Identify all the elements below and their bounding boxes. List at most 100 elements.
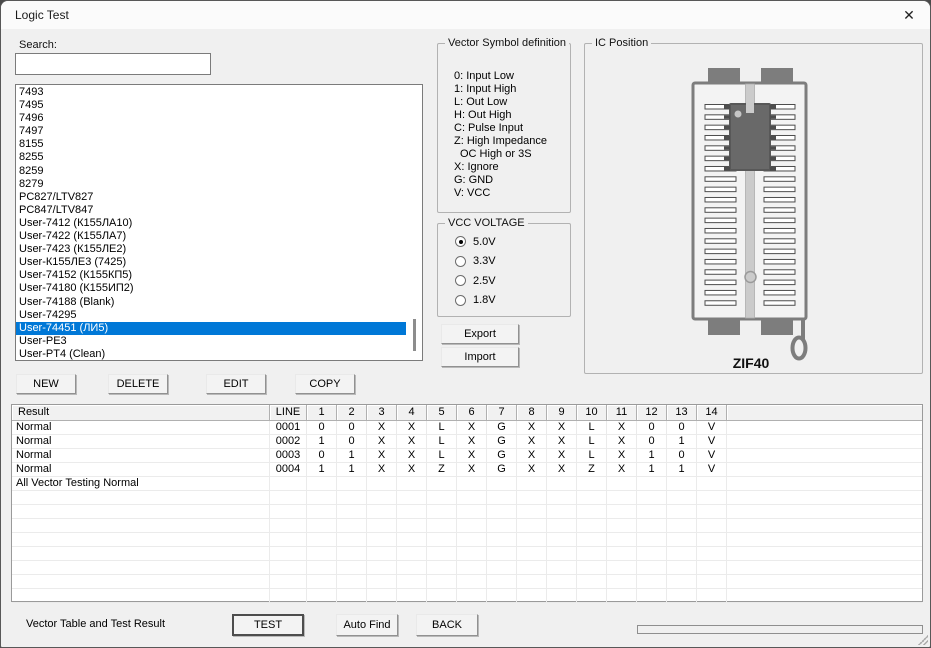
list-item[interactable]: User-К155ЛЕ3 (7425)	[16, 256, 406, 269]
vcc-radio-label: 1.8V	[473, 294, 496, 306]
vcc-radio-1.8V[interactable]: 1.8V	[455, 291, 496, 311]
vcc-radio-3.3V[interactable]: 3.3V	[455, 252, 496, 272]
search-input[interactable]	[15, 53, 211, 75]
line-cell	[270, 589, 307, 603]
column-header[interactable]: 12	[637, 405, 667, 421]
vcc-radio-5.0V[interactable]: 5.0V	[455, 232, 496, 252]
table-row[interactable]	[12, 519, 922, 533]
table-row[interactable]	[12, 491, 922, 505]
import-button[interactable]: Import	[441, 347, 519, 367]
channel-screw	[745, 272, 756, 283]
column-header[interactable]: 1	[307, 405, 337, 421]
list-scrollbar-thumb[interactable]	[413, 319, 416, 351]
pin-cell	[667, 547, 697, 561]
list-item[interactable]: User-7412 (К155ЛА10)	[16, 217, 406, 230]
test-button[interactable]: TEST	[232, 614, 304, 636]
pin-cell	[637, 533, 667, 547]
radio-selected-icon[interactable]	[455, 236, 466, 247]
table-row[interactable]	[12, 589, 922, 603]
result-cell: Normal	[12, 421, 270, 435]
pin-cell	[547, 519, 577, 533]
list-item[interactable]: User-PE3	[16, 335, 406, 348]
list-item[interactable]: 8259	[16, 165, 406, 178]
list-item[interactable]: User-74451 (ЛИ5)	[16, 322, 406, 335]
delete-button[interactable]: DELETE	[108, 374, 168, 394]
vcc-voltage-group: VCC VOLTAGE 5.0V3.3V2.5V1.8V	[437, 223, 571, 317]
pin-cell	[427, 575, 457, 589]
filler-cell	[727, 477, 922, 491]
pin-cell	[637, 589, 667, 603]
pin-cell	[337, 575, 367, 589]
pin-cell	[307, 547, 337, 561]
list-item[interactable]: 8255	[16, 151, 406, 164]
list-item[interactable]: PC847/LTV847	[16, 204, 406, 217]
column-header[interactable]: 3	[367, 405, 397, 421]
back-button[interactable]: BACK	[416, 614, 478, 636]
list-item[interactable]: 8279	[16, 178, 406, 191]
list-item[interactable]: User-74188 (Blank)	[16, 296, 406, 309]
pin-cell	[667, 575, 697, 589]
radio-icon[interactable]	[455, 295, 466, 306]
table-row[interactable]	[12, 533, 922, 547]
edit-button[interactable]: EDIT	[206, 374, 266, 394]
copy-button[interactable]: COPY	[295, 374, 355, 394]
table-row[interactable]: All Vector Testing Normal	[12, 477, 922, 491]
column-header[interactable]: 4	[397, 405, 427, 421]
pin-cell: X	[397, 449, 427, 463]
list-item[interactable]: 7495	[16, 99, 406, 112]
vector-symbol-line: L: Out Low	[454, 96, 547, 109]
table-row[interactable]	[12, 505, 922, 519]
table-row[interactable]: Normal000301XXLXGXXLX10V	[12, 449, 922, 463]
vcc-radio-2.5V[interactable]: 2.5V	[455, 271, 496, 291]
table-row[interactable]: Normal000210XXLXGXXLX01V	[12, 435, 922, 449]
resize-grip-icon[interactable]	[918, 635, 928, 645]
list-item[interactable]: User-7422 (К155ЛА7)	[16, 230, 406, 243]
list-item[interactable]: 7493	[16, 86, 406, 99]
column-header[interactable]: 7	[487, 405, 517, 421]
pin-cell	[487, 519, 517, 533]
column-header[interactable]: Result	[12, 405, 270, 421]
chip-listbox[interactable]: 74937495749674978155825582598279PC827/LT…	[15, 84, 423, 361]
list-item[interactable]: User-74295	[16, 309, 406, 322]
column-header[interactable]: 6	[457, 405, 487, 421]
pin-cell: V	[697, 449, 727, 463]
close-icon[interactable]: ✕	[898, 5, 920, 25]
table-row[interactable]: Normal000411XXZXGXXZX11V	[12, 463, 922, 477]
list-item[interactable]: User-74180 (К155ИП2)	[16, 282, 406, 295]
list-item[interactable]: 8155	[16, 138, 406, 151]
pin-cell: 1	[667, 463, 697, 477]
column-header[interactable]: 2	[337, 405, 367, 421]
column-header[interactable]: 11	[607, 405, 637, 421]
pin-cell	[637, 547, 667, 561]
pin-cell	[547, 589, 577, 603]
new-button[interactable]: NEW	[16, 374, 76, 394]
radio-icon[interactable]	[455, 275, 466, 286]
column-header[interactable]: 13	[667, 405, 697, 421]
pin-cell	[307, 491, 337, 505]
pin-cell	[667, 589, 697, 603]
radio-icon[interactable]	[455, 256, 466, 267]
column-header[interactable]: 9	[547, 405, 577, 421]
table-row[interactable]	[12, 561, 922, 575]
column-header[interactable]: 8	[517, 405, 547, 421]
column-header[interactable]: 14	[697, 405, 727, 421]
list-item[interactable]: 7496	[16, 112, 406, 125]
pin-cell	[577, 561, 607, 575]
pin-cell	[697, 547, 727, 561]
table-row[interactable]: Normal000100XXLXGXXLX00V	[12, 421, 922, 435]
list-item[interactable]: PC827/LTV827	[16, 191, 406, 204]
vector-symbol-definition-group: Vector Symbol definition 0: Input Low1: …	[437, 43, 571, 213]
list-item[interactable]: User-7423 (К155ЛЕ2)	[16, 243, 406, 256]
list-item[interactable]: 7497	[16, 125, 406, 138]
column-header[interactable]: 5	[427, 405, 457, 421]
column-header[interactable]: LINE	[270, 405, 307, 421]
table-row[interactable]	[12, 575, 922, 589]
list-item[interactable]: User-74152 (К155КП5)	[16, 269, 406, 282]
auto-find-button[interactable]: Auto Find	[336, 614, 398, 636]
vector-symbol-definition-title: Vector Symbol definition	[445, 37, 569, 49]
vcc-radio-label: 3.3V	[473, 255, 496, 267]
list-item[interactable]: User-PT4 (Clean)	[16, 348, 406, 361]
column-header[interactable]: 10	[577, 405, 607, 421]
export-button[interactable]: Export	[441, 324, 519, 344]
table-row[interactable]	[12, 547, 922, 561]
